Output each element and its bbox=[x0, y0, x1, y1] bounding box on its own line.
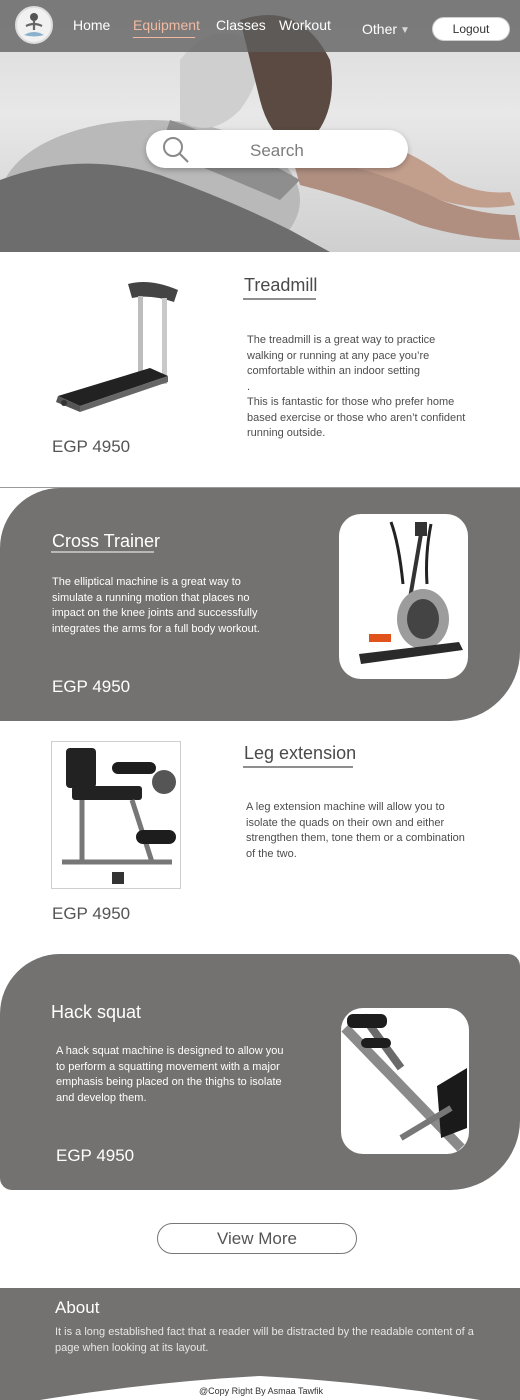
hero-banner: Home Equipment Classes Workout Other ▼ Lo… bbox=[0, 0, 520, 252]
yoga-logo-icon[interactable] bbox=[15, 6, 53, 44]
view-more-button[interactable]: View More bbox=[157, 1223, 357, 1254]
search-icon bbox=[163, 137, 189, 163]
title-underline bbox=[51, 551, 154, 553]
footer: About It is a long established fact that… bbox=[0, 1288, 520, 1400]
about-title: About bbox=[55, 1298, 100, 1317]
nav-link-other-label: Other bbox=[362, 21, 398, 37]
active-link-underline bbox=[133, 37, 195, 38]
search-placeholder: Search bbox=[250, 141, 304, 160]
leg-extension-image bbox=[51, 741, 181, 889]
nav-link-home[interactable]: Home bbox=[73, 17, 110, 33]
about-text: It is a long established fact that a rea… bbox=[55, 1326, 474, 1354]
product-title: Hack squat bbox=[51, 1002, 142, 1022]
title-underline bbox=[243, 298, 316, 300]
product-price: EGP 4950 bbox=[52, 677, 131, 696]
product-description: A leg extension machine will allow you t… bbox=[246, 801, 465, 860]
product-title: Treadmill bbox=[244, 275, 318, 295]
product-description: The treadmill is a great way to practice… bbox=[247, 334, 466, 439]
hack-squat-image bbox=[341, 1008, 469, 1154]
product-price: EGP 4950 bbox=[56, 1146, 135, 1165]
cross-trainer-image bbox=[339, 514, 468, 679]
copyright-text: @Copy Right By Asmaa Tawfik bbox=[199, 1386, 324, 1396]
product-price: EGP 4950 bbox=[52, 437, 131, 456]
product-price: EGP 4950 bbox=[52, 904, 131, 923]
chevron-down-icon: ▼ bbox=[400, 24, 410, 36]
nav-link-classes[interactable]: Classes bbox=[216, 17, 266, 33]
nav-link-other[interactable]: Other ▼ bbox=[362, 21, 410, 37]
product-description: The elliptical machine is a great way to… bbox=[52, 576, 260, 635]
product-description: A hack squat machine is designed to allo… bbox=[56, 1045, 284, 1104]
search-input[interactable]: Search bbox=[146, 130, 408, 168]
product-title: Cross Trainer bbox=[52, 531, 161, 551]
logout-button[interactable]: Logout bbox=[432, 17, 510, 41]
title-underline bbox=[243, 766, 353, 768]
treadmill-image bbox=[50, 276, 185, 416]
nav-link-workout[interactable]: Workout bbox=[279, 17, 331, 33]
product-title: Leg extension bbox=[244, 743, 357, 763]
top-navbar: Home Equipment Classes Workout Other ▼ Lo… bbox=[0, 0, 520, 52]
nav-link-equipment[interactable]: Equipment bbox=[133, 17, 200, 33]
